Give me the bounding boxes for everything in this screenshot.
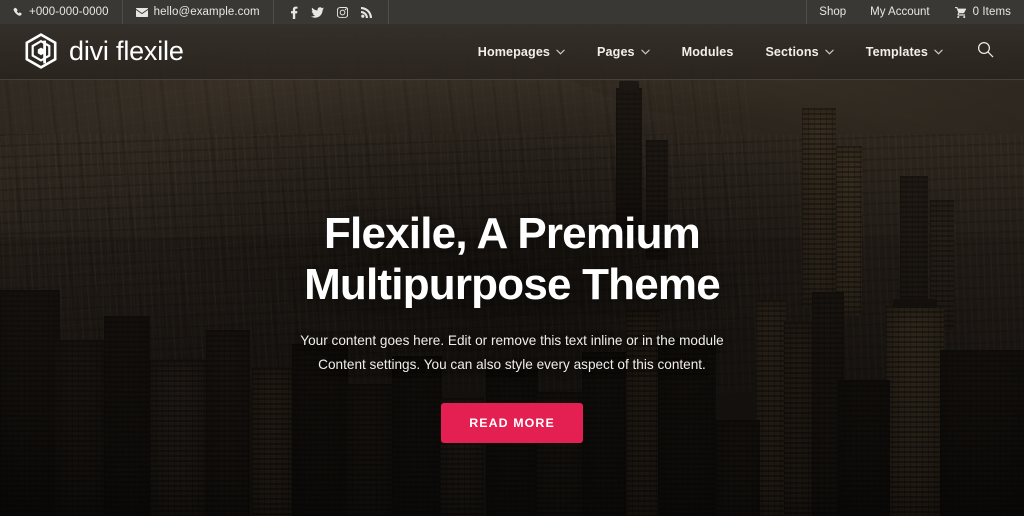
cart-count: 0 Items [972,6,1011,18]
hero-section: Flexile, A Premium Multipurpose Theme Yo… [0,80,1024,516]
hero-title-line-1: Flexile, A Premium [323,209,701,258]
my-account-link[interactable]: My Account [858,0,941,24]
brand-name: divi flexile [69,36,184,66]
cart-link[interactable]: 0 Items [942,0,1024,24]
chevron-down-icon [556,49,565,55]
nav-item-sections[interactable]: Sections [749,45,849,59]
nav-label: Modules [681,44,734,59]
phone-number: +000-000-0000 [29,6,109,18]
social-links [274,0,389,24]
chevron-down-icon [825,49,834,55]
nav-label: Homepages [477,44,551,59]
email-contact[interactable]: hello@example.com [123,0,274,24]
chevron-down-icon [934,49,943,55]
envelope-icon [135,7,148,17]
topbar-left-group: +000-000-0000 hello@example.com [0,0,389,24]
page-root: +000-000-0000 hello@example.com Shop My … [0,0,1024,516]
nav-item-pages[interactable]: Pages [581,45,666,59]
topbar-right-group: Shop My Account 0 Items [806,0,1024,24]
top-utility-bar: +000-000-0000 hello@example.com Shop My … [0,0,1024,24]
twitter-icon[interactable] [310,6,324,18]
phone-contact[interactable]: +000-000-0000 [0,0,123,24]
chevron-down-icon [640,49,650,55]
search-icon[interactable] [959,41,1000,63]
nav-item-templates[interactable]: Templates [850,45,959,59]
nav-label: Pages [597,44,635,59]
nav-item-modules[interactable]: Modules [666,45,750,59]
facebook-icon[interactable] [290,6,298,19]
hexagon-d-logo-icon [24,32,58,71]
instagram-icon[interactable] [336,6,348,18]
site-header: divi flexile Homepages Pages Modules Sec… [0,24,1024,80]
nav-item-homepages[interactable]: Homepages [462,45,581,59]
phone-icon [13,7,23,17]
hero-subtitle: Your content goes here. Edit or remove t… [300,332,724,372]
nav-label: Sections [765,44,819,59]
email-address: hello@example.com [153,6,260,18]
hero-title-line-2: Multipurpose Theme [304,260,721,310]
read-more-button[interactable]: READ MORE [441,402,583,443]
rss-icon[interactable] [360,6,372,18]
main-navigation: Homepages Pages Modules Sections Templat… [462,41,1000,63]
shop-link[interactable]: Shop [807,0,858,24]
brand-logo-link[interactable]: divi flexile [24,32,184,71]
nav-label: Templates [865,44,928,59]
hero-title: Flexile, A Premium Multipurpose Theme [304,208,721,311]
cart-icon [954,6,967,18]
